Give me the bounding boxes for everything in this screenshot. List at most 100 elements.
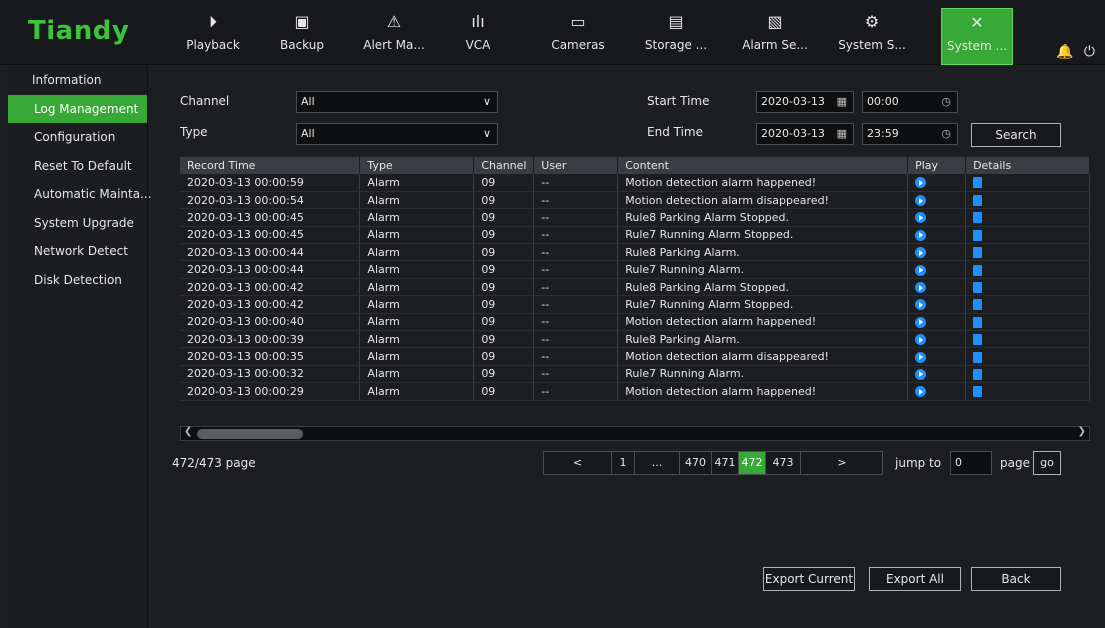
play-icon[interactable]	[915, 177, 927, 189]
end-time-field[interactable]: 23:59 ◷	[862, 123, 958, 145]
table-row[interactable]: 2020-03-13 00:00:44 Alarm 09 -- Rule8 Parkin…	[180, 243, 1090, 262]
play-cell	[907, 313, 967, 332]
table-row[interactable]: 2020-03-13 00:00:44 Alarm 09 -- Rule7 Runnin…	[180, 260, 1090, 279]
end-date-value: 2020-03-13	[761, 127, 825, 140]
scroll-right-icon[interactable]: ❯	[1078, 426, 1086, 437]
table-cell: --	[533, 208, 619, 227]
jump-to-label: jump to	[895, 456, 942, 470]
nav-item-8[interactable]: ✕ System ...	[941, 8, 1013, 65]
bell-icon[interactable]: 🔔	[1056, 44, 1073, 60]
search-button[interactable]: Search	[971, 123, 1061, 147]
details-icon[interactable]	[973, 247, 983, 259]
column-header: Record Time	[180, 157, 361, 174]
play-icon[interactable]	[915, 316, 927, 328]
horizontal-scrollbar[interactable]: ❮ ❯	[180, 426, 1090, 441]
power-icon[interactable]: ⏻	[1084, 44, 1095, 60]
table-row[interactable]: 2020-03-13 00:00:40 Alarm 09 -- Motion detec…	[180, 313, 1090, 332]
next-page-button[interactable]: >	[801, 452, 883, 474]
details-icon[interactable]	[973, 386, 983, 398]
table-row[interactable]: 2020-03-13 00:00:59 Alarm 09 -- Motion detec…	[180, 174, 1090, 192]
play-icon[interactable]	[915, 264, 927, 276]
table-row[interactable]: 2020-03-13 00:00:45 Alarm 09 -- Rule7 Runnin…	[180, 226, 1090, 245]
sidebar-item-reset-to-default[interactable]: Reset To Default	[8, 152, 147, 181]
sidebar-item-system-upgrade[interactable]: System Upgrade	[8, 209, 147, 238]
table-cell: Alarm	[359, 330, 475, 349]
table-cell: 09	[473, 260, 535, 279]
play-icon[interactable]	[915, 282, 927, 294]
sidebar-item-network-detect[interactable]: Network Detect	[8, 237, 147, 266]
details-icon[interactable]	[973, 299, 983, 311]
table-row[interactable]: 2020-03-13 00:00:35 Alarm 09 -- Motion detec…	[180, 347, 1090, 366]
export-all-button[interactable]: Export All	[869, 567, 961, 591]
prev-page-button[interactable]: <	[544, 452, 612, 474]
nav-item-2[interactable]: ⚠ Alert Ma...	[348, 8, 440, 65]
page-button-first[interactable]: 1	[612, 452, 635, 474]
table-row[interactable]: 2020-03-13 00:00:42 Alarm 09 -- Rule7 Runnin…	[180, 295, 1090, 314]
table-row[interactable]: 2020-03-13 00:00:32 Alarm 09 -- Rule7 Runnin…	[180, 365, 1090, 384]
sidebar-item-information[interactable]: Information	[8, 66, 147, 95]
play-icon[interactable]	[915, 212, 927, 224]
nav-item-5[interactable]: ▤ Storage ...	[628, 8, 724, 65]
nav-item-7[interactable]: ⚙ System S...	[827, 8, 917, 65]
details-icon[interactable]	[973, 282, 983, 294]
go-button[interactable]: go	[1033, 451, 1061, 475]
play-icon[interactable]	[915, 229, 927, 241]
channel-select[interactable]: All ∨	[296, 91, 498, 113]
end-date-field[interactable]: 2020-03-13 ▦	[756, 123, 854, 145]
calendar-icon[interactable]: ▦	[837, 92, 847, 112]
sidebar-item-automatic-mainta[interactable]: Automatic Mainta...	[8, 180, 152, 209]
sidebar-item-disk-detection[interactable]: Disk Detection	[8, 266, 147, 295]
details-cell	[965, 347, 1090, 366]
table-row[interactable]: 2020-03-13 00:00:42 Alarm 09 -- Rule8 Parkin…	[180, 278, 1090, 297]
export-current-button[interactable]: Export Current	[763, 567, 855, 591]
details-cell	[965, 365, 1090, 384]
nav-item-4[interactable]: ▭ Cameras	[539, 8, 617, 65]
table-row[interactable]: 2020-03-13 00:00:29 Alarm 09 -- Motion detec…	[180, 382, 1090, 401]
details-icon[interactable]	[973, 316, 983, 328]
play-icon[interactable]	[915, 334, 927, 346]
nav-item-6[interactable]: ▧ Alarm Se...	[732, 8, 818, 65]
clock-icon[interactable]: ◷	[941, 124, 951, 144]
play-icon[interactable]	[915, 368, 927, 380]
table-row[interactable]: 2020-03-13 00:00:45 Alarm 09 -- Rule8 Parkin…	[180, 208, 1090, 227]
details-icon[interactable]	[973, 195, 983, 207]
play-icon[interactable]	[915, 299, 927, 311]
scroll-left-icon[interactable]: ❮	[184, 426, 192, 437]
back-button[interactable]: Back	[971, 567, 1061, 591]
jump-page-input[interactable]: 0	[950, 451, 992, 475]
type-select[interactable]: All ∨	[296, 123, 498, 145]
table-row[interactable]: 2020-03-13 00:00:39 Alarm 09 -- Rule8 Parkin…	[180, 330, 1090, 349]
table-cell: Rule8 Parking Alarm Stopped.	[617, 278, 909, 297]
details-icon[interactable]	[973, 264, 983, 276]
nav-item-0[interactable]: ⏵ Playback	[174, 8, 252, 65]
page-button-473[interactable]: 473	[766, 452, 801, 474]
start-date-field[interactable]: 2020-03-13 ▦	[756, 91, 854, 113]
nav-item-3[interactable]: ılı VCA	[444, 8, 512, 65]
scrollbar-thumb[interactable]	[197, 429, 303, 439]
nav-item-1[interactable]: ▣ Backup	[270, 8, 334, 65]
play-icon[interactable]	[915, 247, 927, 259]
play-icon[interactable]	[915, 195, 927, 207]
sidebar-item-log-management[interactable]: Log Management	[8, 94, 147, 123]
calendar-icon[interactable]: ▦	[837, 124, 847, 144]
play-icon[interactable]	[915, 351, 927, 363]
details-icon[interactable]	[973, 212, 983, 224]
page-button-470[interactable]: 470	[680, 452, 712, 474]
play-cell	[907, 330, 967, 349]
channel-value: All	[301, 95, 315, 108]
clock-icon[interactable]: ◷	[941, 92, 951, 112]
sidebar-item-configuration[interactable]: Configuration	[8, 123, 147, 152]
page-button-472-current[interactable]: 472	[739, 452, 766, 474]
details-icon[interactable]	[973, 368, 983, 380]
table-row[interactable]: 2020-03-13 00:00:54 Alarm 09 -- Motion detec…	[180, 191, 1090, 210]
play-icon[interactable]	[915, 386, 927, 398]
details-cell	[965, 330, 1090, 349]
table-cell: 09	[473, 313, 535, 332]
page-button-471[interactable]: 471	[712, 452, 739, 474]
details-icon[interactable]	[973, 177, 983, 189]
column-header: Play	[907, 157, 967, 174]
details-icon[interactable]	[973, 229, 983, 241]
details-icon[interactable]	[973, 351, 983, 363]
start-time-field[interactable]: 00:00 ◷	[862, 91, 958, 113]
details-icon[interactable]	[973, 334, 983, 346]
